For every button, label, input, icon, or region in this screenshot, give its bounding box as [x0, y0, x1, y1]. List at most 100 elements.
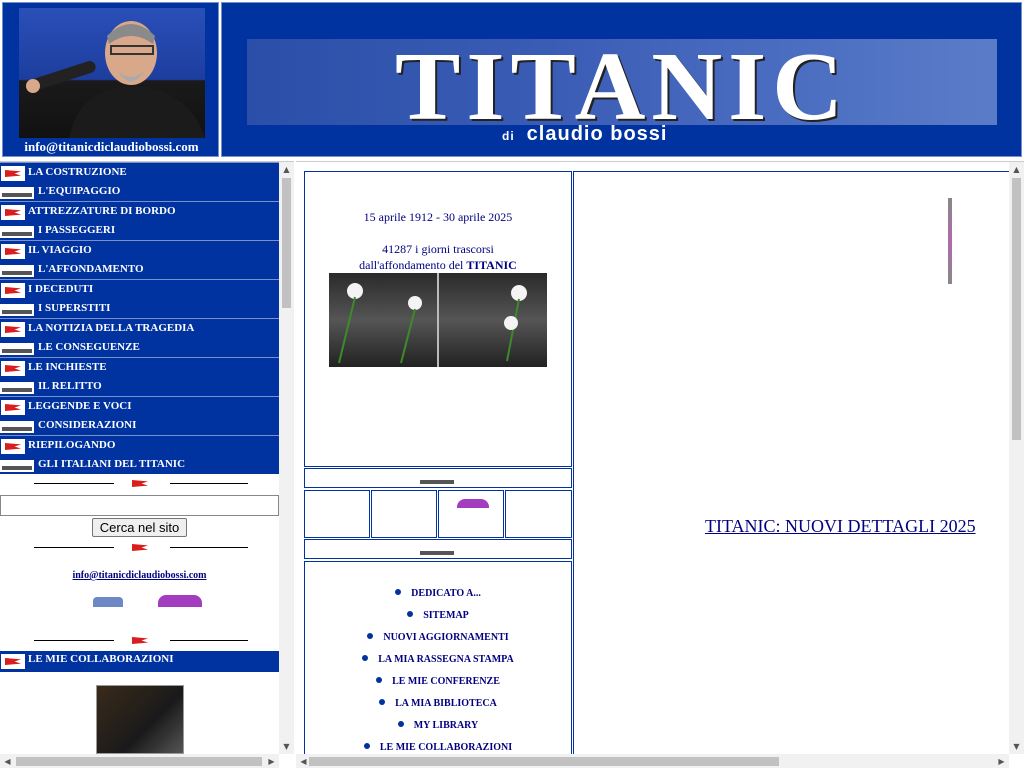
sidebar-item-label: CONSIDERAZIONI — [38, 418, 137, 431]
banner: TITANIC di claudio bossi — [221, 2, 1022, 157]
bullet-icon — [407, 611, 414, 617]
icon-cell[interactable] — [438, 490, 504, 538]
sidebar-item-label: LA NOTIZIA DELLA TRAGEDIA — [28, 322, 195, 334]
divider-line — [34, 547, 114, 548]
ship-icon — [0, 264, 34, 277]
flag-icon — [1, 439, 25, 454]
sidebar-item[interactable]: CONSIDERAZIONI — [0, 416, 279, 436]
main-vertical-scrollbar[interactable]: ▲ ▼ — [1009, 162, 1024, 754]
scroll-thumb[interactable] — [282, 178, 291, 308]
sidebar-item-label: LE INCHIESTE — [28, 361, 107, 373]
sidebar-item[interactable]: GLI ITALIANI DEL TITANIC — [0, 455, 279, 475]
scroll-right-icon[interactable]: ▶ — [994, 754, 1009, 768]
scroll-down-icon[interactable]: ▼ — [1009, 739, 1024, 754]
main-horizontal-scrollbar[interactable]: ◀ ▶ — [296, 754, 1009, 768]
scroll-up-icon[interactable]: ▲ — [1009, 162, 1024, 177]
nav-link[interactable]: LA MIA RASSEGNA STAMPA — [305, 654, 571, 676]
author-photo — [19, 8, 205, 138]
search-input[interactable] — [0, 495, 279, 516]
ship-icon — [0, 420, 34, 433]
divider-line — [170, 547, 248, 548]
sidebar-email-link[interactable]: info@titanicdiclaudiobossi.com — [0, 570, 279, 581]
main-frame: 15 aprile 1912 - 30 aprile 2025 41287 i … — [296, 161, 1024, 768]
sidebar-item[interactable]: LA NOTIZIA DELLA TRAGEDIA — [0, 318, 279, 338]
days-count: 41287 i giorni trascorsi — [382, 242, 494, 256]
sidebar-item[interactable]: LA COSTRUZIONE — [0, 162, 279, 182]
banner-author: claudio bossi — [526, 123, 668, 145]
left-vertical-scrollbar[interactable]: ▲ ▼ — [279, 162, 294, 754]
instagram-icon[interactable] — [158, 595, 202, 607]
nav-link[interactable]: DEDICATO A... — [305, 588, 571, 610]
sidebar-item[interactable]: RIEPILOGANDO — [0, 435, 279, 455]
scroll-thumb[interactable] — [16, 757, 262, 766]
sidebar-item-label: L'EQUIPAGGIO — [38, 184, 121, 197]
sidebar-item-label: IL VIAGGIO — [28, 244, 92, 256]
flag-icon — [1, 244, 25, 259]
bullet-icon — [395, 589, 402, 595]
ship-icon — [0, 381, 34, 394]
sidebar-item[interactable]: LE INCHIESTE — [0, 357, 279, 377]
facebook-icon[interactable] — [93, 597, 123, 607]
bullet-icon — [367, 633, 374, 639]
left-horizontal-scrollbar[interactable]: ◀ ▶ — [0, 754, 279, 768]
ship-icon — [0, 225, 34, 238]
divider-line — [170, 483, 248, 484]
page: info@titanicdiclaudiobossi.com TITANIC d… — [0, 0, 1024, 768]
sidebar-item[interactable]: I PASSEGGERI — [0, 221, 279, 241]
scroll-left-icon[interactable]: ◀ — [0, 754, 15, 768]
news-link[interactable]: TITANIC: NUOVI DETTAGLI 2025 — [705, 516, 976, 537]
divider — [0, 538, 279, 558]
date-range: 15 aprile 1912 - 30 aprile 2025 — [363, 210, 513, 224]
links-panel: DEDICATO A... SITEMAP NUOVI AGGIORNAMENTI L… — [304, 561, 572, 768]
divider-line — [34, 640, 114, 641]
sidebar-item[interactable]: LEGGENDE E VOCI — [0, 396, 279, 416]
ship-icon — [420, 546, 454, 556]
sidebar-item-label: GLI ITALIANI DEL TITANIC — [38, 457, 186, 470]
scroll-down-icon[interactable]: ▼ — [279, 739, 294, 754]
scroll-thumb[interactable] — [309, 757, 779, 766]
collab-header[interactable]: LE MIE COLLABORAZIONI — [0, 651, 279, 672]
flag-icon — [1, 166, 25, 181]
sidebar-item[interactable]: IL RELITTO — [0, 377, 279, 397]
bullet-icon — [362, 655, 369, 661]
sidebar-item[interactable]: I DECEDUTI — [0, 279, 279, 299]
flag-icon — [128, 633, 152, 648]
icon-cell[interactable] — [371, 490, 437, 538]
sidebar-item[interactable]: L'AFFONDAMENTO — [0, 260, 279, 280]
sidebar-item-label: I PASSEGGERI — [38, 223, 116, 236]
author-email[interactable]: info@titanicdiclaudiobossi.com — [3, 139, 220, 155]
sidebar-item[interactable]: I SUPERSTITI — [0, 299, 279, 319]
sidebar-menu: LA COSTRUZIONE L'EQUIPAGGIO ATTREZZATURE D… — [0, 162, 279, 474]
banner-di: di — [502, 129, 515, 143]
collab-image[interactable] — [96, 685, 184, 754]
instagram-icon[interactable] — [457, 499, 489, 508]
ship-icon — [420, 475, 454, 485]
collab-title: LE MIE COLLABORAZIONI — [28, 653, 174, 665]
banner-subtitle: di claudio bossi — [502, 123, 667, 146]
author-box: info@titanicdiclaudiobossi.com — [2, 2, 219, 157]
icon-cell[interactable] — [304, 490, 370, 538]
nav-link[interactable]: SITEMAP — [305, 610, 571, 632]
ship-separator — [304, 539, 572, 559]
nav-link[interactable]: LE MIE CONFERENZE — [305, 676, 571, 698]
sidebar-item[interactable]: LE CONSEGUENZE — [0, 338, 279, 358]
sidebar-item[interactable]: IL VIAGGIO — [0, 240, 279, 260]
scroll-right-icon[interactable]: ▶ — [264, 754, 279, 768]
ship-icon — [0, 459, 34, 472]
ship-icon — [0, 186, 34, 199]
since-strong: TITANIC — [466, 258, 517, 272]
nav-link[interactable]: LA MIA BIBLIOTECA — [305, 698, 571, 720]
since-text: dall'affondamento del — [359, 258, 464, 272]
nav-link-label: NUOVI AGGIORNAMENTI — [383, 632, 509, 643]
bullet-icon — [379, 699, 386, 705]
flag-icon — [1, 400, 25, 415]
search-button[interactable]: Cerca nel sito — [91, 518, 188, 537]
divider-line — [170, 640, 248, 641]
scroll-up-icon[interactable]: ▲ — [279, 162, 294, 177]
scroll-thumb[interactable] — [1012, 178, 1021, 440]
nav-link[interactable]: MY LIBRARY — [305, 720, 571, 742]
sidebar-item[interactable]: ATTREZZATURE DI BORDO — [0, 201, 279, 221]
nav-link[interactable]: NUOVI AGGIORNAMENTI — [305, 632, 571, 654]
sidebar-item[interactable]: L'EQUIPAGGIO — [0, 182, 279, 202]
icon-cell[interactable] — [505, 490, 572, 538]
